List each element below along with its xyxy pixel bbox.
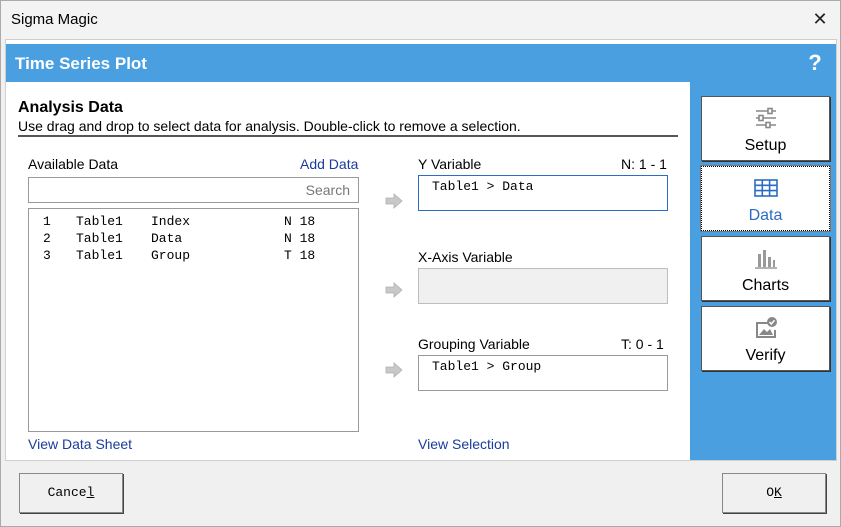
list-item[interactable]: 2 Table1 Data N 18 bbox=[29, 229, 358, 246]
dialog-window: Sigma Magic ✕ Time Series Plot ? Analysi… bbox=[0, 0, 841, 527]
row-type: N 18 bbox=[284, 231, 316, 246]
title-bar: Sigma Magic ✕ bbox=[1, 1, 840, 39]
section-description: Use drag and drop to select data for ana… bbox=[18, 118, 521, 134]
x-axis-variable-label: X-Axis Variable bbox=[418, 249, 513, 265]
row-table: Table1 bbox=[76, 231, 123, 246]
sidebar-item-data[interactable]: Data bbox=[700, 165, 831, 232]
bar-chart-icon bbox=[754, 250, 777, 269]
row-index: 1 bbox=[43, 214, 51, 229]
search-field[interactable] bbox=[28, 177, 359, 203]
search-input[interactable] bbox=[29, 178, 358, 202]
add-data-link[interactable]: Add Data bbox=[300, 156, 358, 172]
row-name: Group bbox=[151, 248, 191, 263]
arrow-right-icon[interactable] bbox=[385, 193, 403, 209]
list-item[interactable]: 3 Table1 Group T 18 bbox=[29, 246, 358, 263]
sidebar-item-verify[interactable]: Verify bbox=[701, 306, 830, 371]
table-grid-icon bbox=[753, 179, 778, 197]
cancel-button[interactable]: Cancel bbox=[19, 473, 123, 513]
arrow-right-icon[interactable] bbox=[385, 282, 403, 298]
ok-button[interactable]: OK bbox=[722, 473, 826, 513]
x-axis-variable-field[interactable] bbox=[418, 268, 668, 304]
help-icon[interactable]: ? bbox=[805, 51, 825, 75]
window-title: Sigma Magic bbox=[11, 11, 98, 28]
row-index: 2 bbox=[43, 231, 51, 246]
row-table: Table1 bbox=[76, 248, 123, 263]
row-index: 3 bbox=[43, 248, 51, 263]
sidebar-item-label: Setup bbox=[744, 137, 787, 154]
section-divider bbox=[18, 135, 678, 137]
sliders-icon bbox=[755, 107, 776, 129]
grouping-variable-field[interactable]: Table1 > Group bbox=[418, 355, 668, 391]
list-item[interactable]: 1 Table1 Index N 18 bbox=[29, 212, 358, 229]
verify-image-icon bbox=[755, 317, 777, 338]
sidebar-item-label: Data bbox=[748, 207, 783, 224]
y-variable-label: Y Variable bbox=[418, 156, 482, 172]
header-band: Time Series Plot bbox=[6, 44, 690, 82]
view-data-sheet-link[interactable]: View Data Sheet bbox=[28, 436, 132, 452]
cancel-label: Cancel bbox=[47, 485, 95, 500]
row-table: Table1 bbox=[76, 214, 123, 229]
row-name: Index bbox=[151, 214, 191, 229]
y-variable-field[interactable]: Table1 > Data bbox=[418, 175, 668, 211]
sidebar-item-label: Charts bbox=[741, 277, 790, 294]
row-type: N 18 bbox=[284, 214, 316, 229]
dialog-heading: Time Series Plot bbox=[15, 54, 147, 73]
available-data-list[interactable]: 1 Table1 Index N 18 2 Table1 Data N 18 3… bbox=[28, 208, 359, 432]
section-title: Analysis Data bbox=[18, 99, 123, 116]
close-icon[interactable]: ✕ bbox=[808, 7, 832, 31]
row-type: T 18 bbox=[284, 248, 316, 263]
available-data-label: Available Data bbox=[28, 156, 119, 172]
sidebar-item-label: Verify bbox=[745, 347, 786, 364]
arrow-right-icon[interactable] bbox=[385, 362, 403, 378]
sidebar-item-setup[interactable]: Setup bbox=[701, 96, 830, 161]
ok-label: OK bbox=[766, 485, 782, 500]
view-selection-link[interactable]: View Selection bbox=[418, 436, 510, 452]
grouping-variable-label: Grouping Variable bbox=[418, 336, 530, 352]
y-variable-count: N: 1 - 1 bbox=[621, 156, 667, 172]
grouping-variable-count: T: 0 - 1 bbox=[621, 336, 664, 352]
sidebar-item-charts[interactable]: Charts bbox=[701, 236, 830, 301]
row-name: Data bbox=[151, 231, 183, 246]
